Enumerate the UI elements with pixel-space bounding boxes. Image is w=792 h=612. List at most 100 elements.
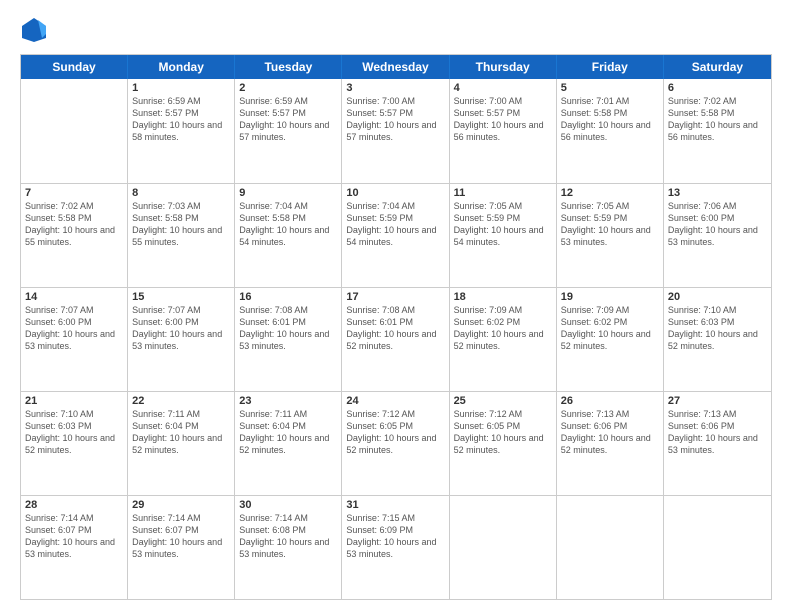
sun-info: Sunrise: 7:14 AMSunset: 6:07 PMDaylight:… [25,512,123,561]
day-number: 19 [561,291,659,303]
calendar-cell: 7Sunrise: 7:02 AMSunset: 5:58 PMDaylight… [21,184,128,287]
calendar-cell: 9Sunrise: 7:04 AMSunset: 5:58 PMDaylight… [235,184,342,287]
calendar-cell: 30Sunrise: 7:14 AMSunset: 6:08 PMDayligh… [235,496,342,599]
sun-info: Sunrise: 7:07 AMSunset: 6:00 PMDaylight:… [25,304,123,353]
day-number: 4 [454,82,552,94]
calendar-cell: 6Sunrise: 7:02 AMSunset: 5:58 PMDaylight… [664,79,771,183]
day-number: 21 [25,395,123,407]
day-number: 7 [25,187,123,199]
logo [20,16,50,44]
header [20,16,772,44]
sun-info: Sunrise: 7:05 AMSunset: 5:59 PMDaylight:… [454,200,552,249]
weekday-header: Friday [557,55,664,79]
calendar-cell: 2Sunrise: 6:59 AMSunset: 5:57 PMDaylight… [235,79,342,183]
calendar-row: 1Sunrise: 6:59 AMSunset: 5:57 PMDaylight… [21,79,771,183]
day-number: 16 [239,291,337,303]
day-number: 13 [668,187,767,199]
weekday-header: Monday [128,55,235,79]
weekday-header: Tuesday [235,55,342,79]
day-number: 27 [668,395,767,407]
sun-info: Sunrise: 7:14 AMSunset: 6:07 PMDaylight:… [132,512,230,561]
day-number: 15 [132,291,230,303]
sun-info: Sunrise: 6:59 AMSunset: 5:57 PMDaylight:… [132,95,230,144]
sun-info: Sunrise: 7:11 AMSunset: 6:04 PMDaylight:… [239,408,337,457]
sun-info: Sunrise: 7:12 AMSunset: 6:05 PMDaylight:… [346,408,444,457]
day-number: 23 [239,395,337,407]
weekday-header: Sunday [21,55,128,79]
calendar-cell: 26Sunrise: 7:13 AMSunset: 6:06 PMDayligh… [557,392,664,495]
calendar-cell: 16Sunrise: 7:08 AMSunset: 6:01 PMDayligh… [235,288,342,391]
calendar-cell: 27Sunrise: 7:13 AMSunset: 6:06 PMDayligh… [664,392,771,495]
weekday-header: Saturday [664,55,771,79]
sun-info: Sunrise: 7:04 AMSunset: 5:58 PMDaylight:… [239,200,337,249]
day-number: 22 [132,395,230,407]
day-number: 8 [132,187,230,199]
calendar-cell: 11Sunrise: 7:05 AMSunset: 5:59 PMDayligh… [450,184,557,287]
sun-info: Sunrise: 7:00 AMSunset: 5:57 PMDaylight:… [346,95,444,144]
sun-info: Sunrise: 7:05 AMSunset: 5:59 PMDaylight:… [561,200,659,249]
sun-info: Sunrise: 7:10 AMSunset: 6:03 PMDaylight:… [25,408,123,457]
day-number: 9 [239,187,337,199]
calendar-row: 7Sunrise: 7:02 AMSunset: 5:58 PMDaylight… [21,183,771,287]
calendar-cell: 31Sunrise: 7:15 AMSunset: 6:09 PMDayligh… [342,496,449,599]
calendar-cell: 17Sunrise: 7:08 AMSunset: 6:01 PMDayligh… [342,288,449,391]
sun-info: Sunrise: 7:08 AMSunset: 6:01 PMDaylight:… [239,304,337,353]
sun-info: Sunrise: 7:01 AMSunset: 5:58 PMDaylight:… [561,95,659,144]
calendar-cell [557,496,664,599]
day-number: 11 [454,187,552,199]
calendar-cell [664,496,771,599]
day-number: 25 [454,395,552,407]
day-number: 31 [346,499,444,511]
calendar-cell: 22Sunrise: 7:11 AMSunset: 6:04 PMDayligh… [128,392,235,495]
calendar-cell: 1Sunrise: 6:59 AMSunset: 5:57 PMDaylight… [128,79,235,183]
calendar-cell: 19Sunrise: 7:09 AMSunset: 6:02 PMDayligh… [557,288,664,391]
day-number: 12 [561,187,659,199]
calendar: SundayMondayTuesdayWednesdayThursdayFrid… [20,54,772,600]
sun-info: Sunrise: 7:08 AMSunset: 6:01 PMDaylight:… [346,304,444,353]
calendar-cell: 5Sunrise: 7:01 AMSunset: 5:58 PMDaylight… [557,79,664,183]
calendar-cell: 25Sunrise: 7:12 AMSunset: 6:05 PMDayligh… [450,392,557,495]
calendar-cell: 29Sunrise: 7:14 AMSunset: 6:07 PMDayligh… [128,496,235,599]
day-number: 26 [561,395,659,407]
sun-info: Sunrise: 7:09 AMSunset: 6:02 PMDaylight:… [454,304,552,353]
sun-info: Sunrise: 7:12 AMSunset: 6:05 PMDaylight:… [454,408,552,457]
calendar-body: 1Sunrise: 6:59 AMSunset: 5:57 PMDaylight… [21,79,771,599]
logo-icon [20,16,48,44]
sun-info: Sunrise: 7:15 AMSunset: 6:09 PMDaylight:… [346,512,444,561]
weekday-header: Thursday [450,55,557,79]
weekday-header: Wednesday [342,55,449,79]
calendar-cell: 23Sunrise: 7:11 AMSunset: 6:04 PMDayligh… [235,392,342,495]
calendar-cell: 12Sunrise: 7:05 AMSunset: 5:59 PMDayligh… [557,184,664,287]
calendar-cell: 18Sunrise: 7:09 AMSunset: 6:02 PMDayligh… [450,288,557,391]
day-number: 10 [346,187,444,199]
sun-info: Sunrise: 7:10 AMSunset: 6:03 PMDaylight:… [668,304,767,353]
day-number: 30 [239,499,337,511]
calendar-cell: 21Sunrise: 7:10 AMSunset: 6:03 PMDayligh… [21,392,128,495]
sun-info: Sunrise: 6:59 AMSunset: 5:57 PMDaylight:… [239,95,337,144]
sun-info: Sunrise: 7:06 AMSunset: 6:00 PMDaylight:… [668,200,767,249]
calendar-cell: 15Sunrise: 7:07 AMSunset: 6:00 PMDayligh… [128,288,235,391]
day-number: 6 [668,82,767,94]
day-number: 3 [346,82,444,94]
calendar-header: SundayMondayTuesdayWednesdayThursdayFrid… [21,55,771,79]
day-number: 5 [561,82,659,94]
sun-info: Sunrise: 7:14 AMSunset: 6:08 PMDaylight:… [239,512,337,561]
calendar-cell [450,496,557,599]
day-number: 1 [132,82,230,94]
calendar-cell: 28Sunrise: 7:14 AMSunset: 6:07 PMDayligh… [21,496,128,599]
calendar-cell: 14Sunrise: 7:07 AMSunset: 6:00 PMDayligh… [21,288,128,391]
day-number: 18 [454,291,552,303]
calendar-cell: 20Sunrise: 7:10 AMSunset: 6:03 PMDayligh… [664,288,771,391]
sun-info: Sunrise: 7:11 AMSunset: 6:04 PMDaylight:… [132,408,230,457]
day-number: 20 [668,291,767,303]
sun-info: Sunrise: 7:09 AMSunset: 6:02 PMDaylight:… [561,304,659,353]
sun-info: Sunrise: 7:13 AMSunset: 6:06 PMDaylight:… [668,408,767,457]
calendar-cell: 4Sunrise: 7:00 AMSunset: 5:57 PMDaylight… [450,79,557,183]
day-number: 17 [346,291,444,303]
day-number: 29 [132,499,230,511]
calendar-row: 14Sunrise: 7:07 AMSunset: 6:00 PMDayligh… [21,287,771,391]
sun-info: Sunrise: 7:13 AMSunset: 6:06 PMDaylight:… [561,408,659,457]
day-number: 2 [239,82,337,94]
calendar-row: 21Sunrise: 7:10 AMSunset: 6:03 PMDayligh… [21,391,771,495]
day-number: 14 [25,291,123,303]
